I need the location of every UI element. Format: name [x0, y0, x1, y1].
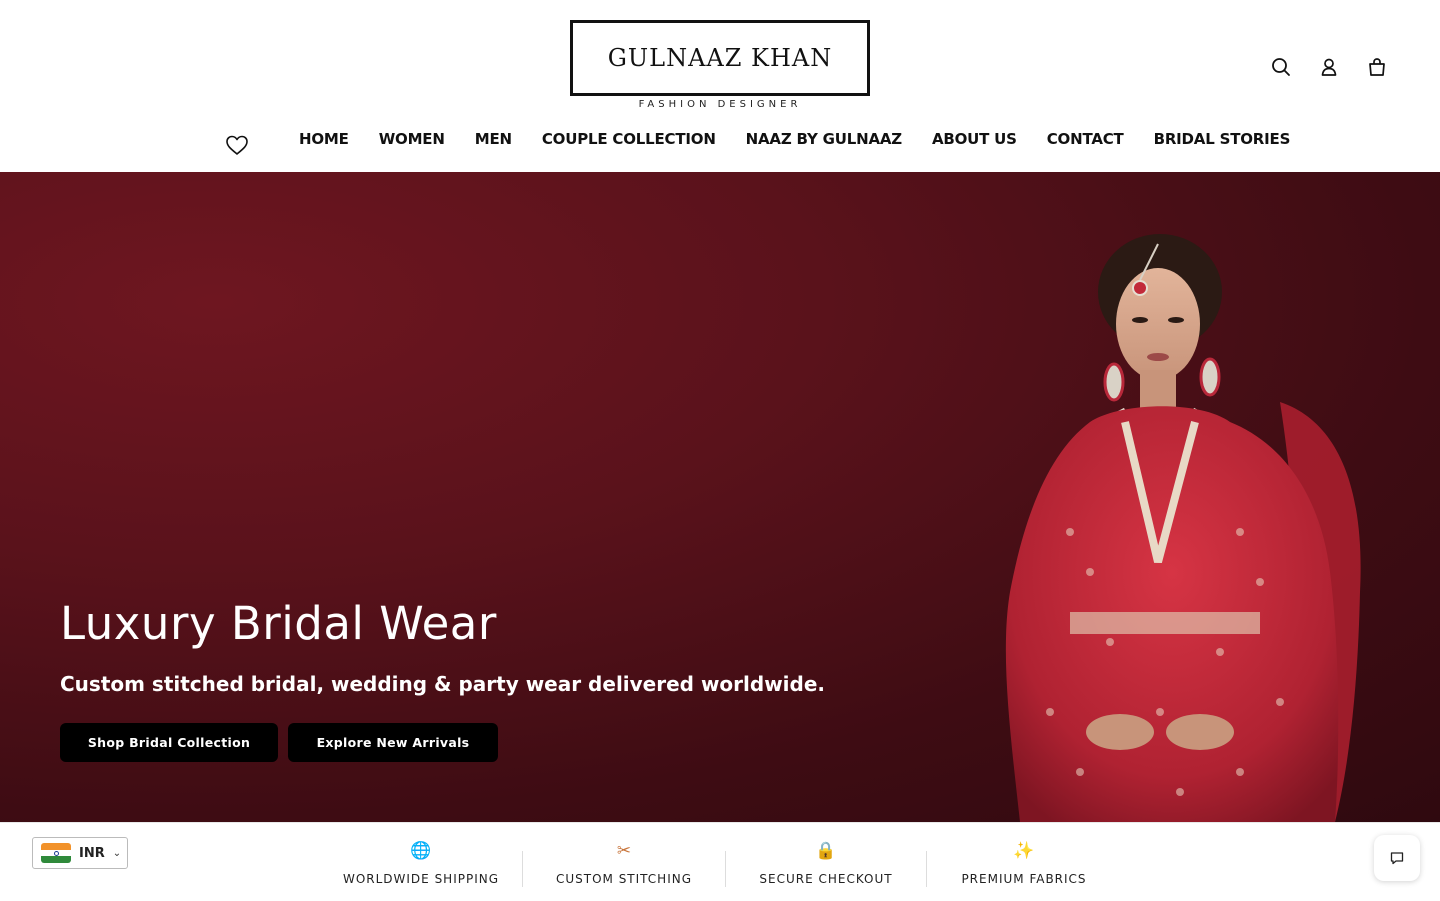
nav-bridal-stories[interactable]: BRIDAL STORIES — [1154, 130, 1291, 148]
chevron-down-icon: ⌄ — [112, 847, 122, 859]
logo-box: GULNAAZ KHAN — [570, 20, 870, 96]
scissors-icon: ✂ — [616, 841, 632, 861]
globe-icon: 🌐 — [410, 841, 432, 861]
feature-secure-checkout: 🔒 SECURE CHECKOUT — [726, 823, 926, 901]
feature-label: PREMIUM FABRICS — [961, 872, 1087, 886]
nav-men[interactable]: MEN — [475, 130, 512, 148]
search-icon[interactable] — [1270, 56, 1292, 78]
sparkles-icon: ✨ — [1013, 841, 1035, 861]
feature-label: CUSTOM STITCHING — [555, 872, 693, 886]
account-icon[interactable] — [1318, 56, 1340, 78]
logo-subtitle: FASHION DESIGNER — [638, 99, 802, 110]
feature-label: WORLDWIDE SHIPPING — [342, 872, 500, 886]
hero-banner: Luxury Bridal Wear Custom stitched brida… — [0, 172, 1440, 822]
bridal-model-image — [1005, 234, 1361, 822]
hero-title: Luxury Bridal Wear — [60, 597, 497, 650]
explore-new-arrivals-button[interactable]: Explore New Arrivals — [288, 723, 498, 762]
currency-code: INR — [79, 845, 105, 861]
nav-women[interactable]: WOMEN — [379, 130, 445, 148]
feature-custom-stitching: ✂ CUSTOM STITCHING — [523, 823, 725, 901]
hero-subtitle: Custom stitched bridal, wedding & party … — [60, 672, 826, 696]
nav-couple-collection[interactable]: COUPLE COLLECTION — [542, 130, 716, 148]
nav-naaz-by-gulnaaz[interactable]: NAAZ BY GULNAAZ — [746, 130, 902, 148]
heart-icon[interactable] — [225, 134, 249, 156]
brand-logo[interactable]: GULNAAZ KHAN FASHION DESIGNER — [570, 20, 870, 110]
feature-strip: 🌐 WORLDWIDE SHIPPING ✂ CUSTOM STITCHING … — [320, 823, 1121, 901]
lock-icon: 🔒 — [815, 841, 837, 861]
main-nav: HOME WOMEN MEN COUPLE COLLECTION NAAZ BY… — [299, 130, 1290, 148]
feature-label: SECURE CHECKOUT — [759, 872, 893, 886]
feature-premium-fabrics: ✨ PREMIUM FABRICS — [927, 823, 1121, 901]
shop-bridal-collection-button[interactable]: Shop Bridal Collection — [60, 723, 278, 762]
site-header: GULNAAZ KHAN FASHION DESIGNER HOME WOMEN… — [0, 0, 1440, 172]
nav-home[interactable]: HOME — [299, 130, 349, 148]
cart-icon[interactable] — [1366, 56, 1388, 78]
nav-about-us[interactable]: ABOUT US — [932, 130, 1017, 148]
logo-title: GULNAAZ KHAN — [607, 44, 833, 72]
feature-worldwide-shipping: 🌐 WORLDWIDE SHIPPING — [320, 823, 522, 901]
currency-selector[interactable]: INR ⌄ — [32, 837, 128, 869]
header-icons — [1270, 56, 1388, 78]
nav-contact[interactable]: CONTACT — [1047, 130, 1124, 148]
india-flag-icon — [41, 843, 71, 863]
bottom-bar: INR ⌄ 🌐 WORLDWIDE SHIPPING ✂ CUSTOM STIT… — [0, 822, 1440, 900]
chat-icon[interactable] — [1374, 835, 1420, 881]
